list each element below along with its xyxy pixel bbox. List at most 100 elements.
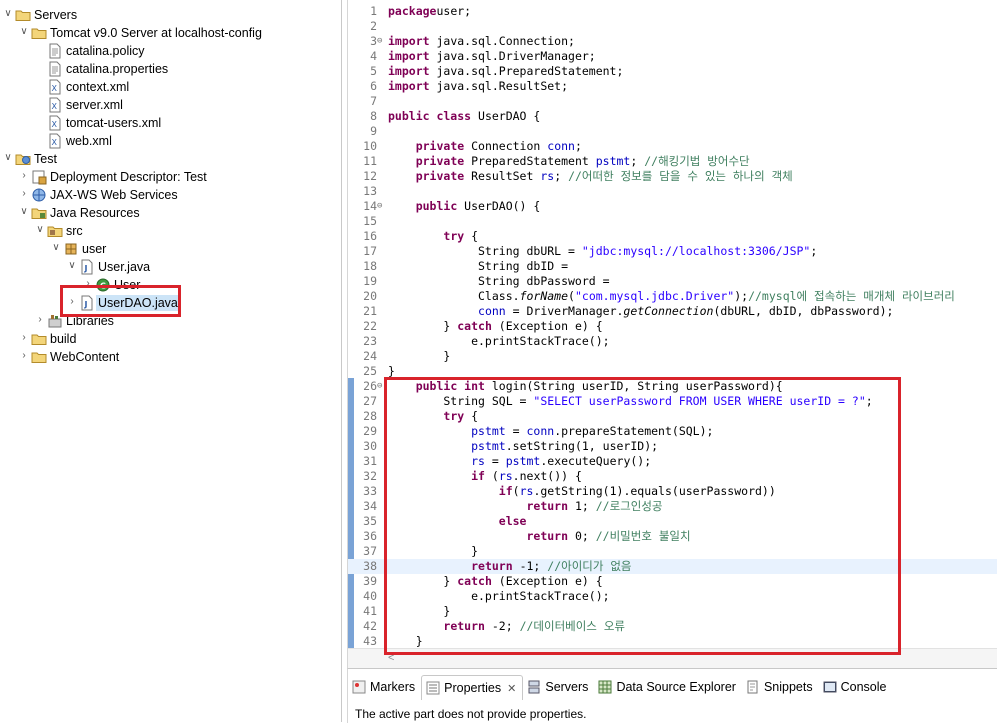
collapse-icon[interactable]: ⊖ [377,199,387,214]
code-line[interactable]: 38 return -1; //아이디가 없음 [348,559,997,574]
chevron-down-icon[interactable]: ∨ [66,259,78,273]
code-line[interactable]: 42 return -2; //데이터베이스 오류 [348,619,997,634]
code-line[interactable]: 33 if(rs.getString(1).equals(userPasswor… [348,484,997,499]
code-line[interactable]: 14 ⊖ public UserDAO() { [348,199,997,214]
code-line[interactable]: 37 } [348,544,997,559]
code-line[interactable]: 13 [348,184,997,199]
xml-file-icon: X [47,115,63,131]
chevron-down-icon[interactable]: ∨ [2,7,14,21]
tab-data-source-explorer[interactable]: Data Source Explorer [594,675,742,699]
tree-item-user[interactable]: › C User [0,276,341,294]
code-line[interactable]: 19 String dbPassword = [348,274,997,289]
tree-item-server-xml[interactable]: Xserver.xml [0,96,341,114]
tree-item-user[interactable]: ∨ user [0,240,341,258]
chevron-right-icon[interactable]: › [66,295,78,309]
tree-item-jax-ws-web-services[interactable]: › JAX-WS Web Services [0,186,341,204]
tree-item-tomcat-v9-0-server-at-localhost-config[interactable]: ∨ Tomcat v9.0 Server at localhost-config [0,24,341,42]
code-line[interactable]: 25} [348,364,997,379]
close-icon[interactable]: ✕ [507,682,516,695]
collapse-icon[interactable]: ⊖ [377,34,387,49]
code-token: pstmt [505,454,541,468]
tree-item-libraries[interactable]: › Libraries [0,312,341,330]
code-line[interactable]: 28 try { [348,409,997,424]
code-line[interactable]: 43 } [348,634,997,649]
code-line[interactable]: 24 } [348,349,997,364]
chevron-right-icon[interactable]: › [18,331,30,345]
code-line[interactable]: 5 import java.sql.PreparedStatement; [348,64,997,79]
chevron-down-icon[interactable]: ∨ [2,151,14,165]
chevron-down-icon[interactable]: ∨ [18,25,30,39]
code-line[interactable]: 16 try { [348,229,997,244]
tree-item-userdao-java[interactable]: › J UserDAO.java [0,294,341,312]
chevron-right-icon[interactable]: › [34,313,46,327]
code-line[interactable]: 27 String SQL = "SELECT userPassword FRO… [348,394,997,409]
chevron-right-icon[interactable]: › [18,169,30,183]
tree-item-servers[interactable]: ∨ Servers [0,6,341,24]
tree-item-deployment-descriptor-test[interactable]: › Deployment Descriptor: Test [0,168,341,186]
tree-item-src[interactable]: ∨ src [0,222,341,240]
horizontal-scrollbar[interactable]: < [348,648,997,669]
code-token: if [471,469,485,483]
chevron-down-icon[interactable]: ∨ [18,205,30,219]
tree-item-webcontent[interactable]: › WebContent [0,348,341,366]
code-line[interactable]: 35 else [348,514,997,529]
chevron-right-icon[interactable]: › [82,277,94,291]
tree-item-catalina-policy[interactable]: catalina.policy [0,42,341,60]
tree-item-web-xml[interactable]: Xweb.xml [0,132,341,150]
tab-console[interactable]: Console [819,675,893,699]
code-line[interactable]: 11 private PreparedStatement pstmt; //해킹… [348,154,997,169]
chevron-down-icon[interactable]: ∨ [34,223,46,237]
code-line[interactable]: 8 public class UserDAO { [348,109,997,124]
code-line[interactable]: 32 if (rs.next()) { [348,469,997,484]
code-token: return [471,559,513,573]
tree-item-catalina-properties[interactable]: catalina.properties [0,60,341,78]
code-editor[interactable]: 1 packageuser; 2 3 ⊖ import java.sql.Connecti… [347,0,997,669]
code-line[interactable]: 6 import java.sql.ResultSet; [348,79,997,94]
code-line[interactable]: 7 [348,94,997,109]
tab-snippets[interactable]: Snippets [742,675,819,699]
code-line[interactable]: 39 } catch (Exception e) { [348,574,997,589]
tree-item-java-resources[interactable]: ∨ Java Resources [0,204,341,222]
code-line[interactable]: 23 e.printStackTrace(); [348,334,997,349]
code-line[interactable]: 2 [348,19,997,34]
code-line[interactable]: 4 import java.sql.DriverManager; [348,49,997,64]
chevron-down-icon[interactable]: ∨ [50,241,62,255]
chevron-right-icon[interactable]: › [18,187,30,201]
code-line[interactable]: 17 String dbURL = "jdbc:mysql://localhos… [348,244,997,259]
line-number: 40 [363,589,377,603]
code-line[interactable]: 36 return 0; //비밀번호 불일치 [348,529,997,544]
code-line[interactable]: 30 pstmt.setString(1, userID); [348,439,997,454]
tab-properties[interactable]: Properties ✕ [421,675,524,700]
scroll-left-icon[interactable]: < [388,652,394,664]
code-line[interactable]: 20 Class.forName("com.mysql.jdbc.Driver"… [348,289,997,304]
tree-item-user-java[interactable]: ∨ J User.java [0,258,341,276]
code-line[interactable]: 31 rs = pstmt.executeQuery(); [348,454,997,469]
tree-item-build[interactable]: › build [0,330,341,348]
chevron-right-icon[interactable]: › [18,349,30,363]
collapse-icon[interactable]: ⊖ [377,379,387,394]
code-line[interactable]: 34 return 1; //로그인성공 [348,499,997,514]
code-token: ); [734,289,749,303]
code-line[interactable]: 15 [348,214,997,229]
code-line[interactable]: 18 String dbID = [348,259,997,274]
code-line[interactable]: 40 e.printStackTrace(); [348,589,997,604]
code-line[interactable]: 10 private Connection conn; [348,139,997,154]
xml-file-icon: X [47,79,63,95]
tree-item-test[interactable]: ∨ Test [0,150,341,168]
xml-file-icon: X [47,97,63,113]
code-line[interactable]: 3 ⊖ import java.sql.Connection; [348,34,997,49]
tab-servers[interactable]: Servers [523,675,594,699]
code-line[interactable]: 1 packageuser; [348,4,997,19]
code-line[interactable]: 41 } [348,604,997,619]
line-number: 41 [363,604,377,618]
code-line[interactable]: 12 private ResultSet rs; //어떠한 정보를 담을 수 … [348,169,997,184]
code-line[interactable]: 29 pstmt = conn.prepareStatement(SQL); [348,424,997,439]
code-line[interactable]: 26 ⊖ public int login(String userID, Stri… [348,379,997,394]
tree-item-context-xml[interactable]: Xcontext.xml [0,78,341,96]
tree-item-tomcat-users-xml[interactable]: Xtomcat-users.xml [0,114,341,132]
tab-markers[interactable]: Markers [348,675,421,699]
code-line[interactable]: 21 conn = DriverManager.getConnection(db… [348,304,997,319]
code-line[interactable]: 22 } catch (Exception e) { [348,319,997,334]
code-line[interactable]: 9 [348,124,997,139]
